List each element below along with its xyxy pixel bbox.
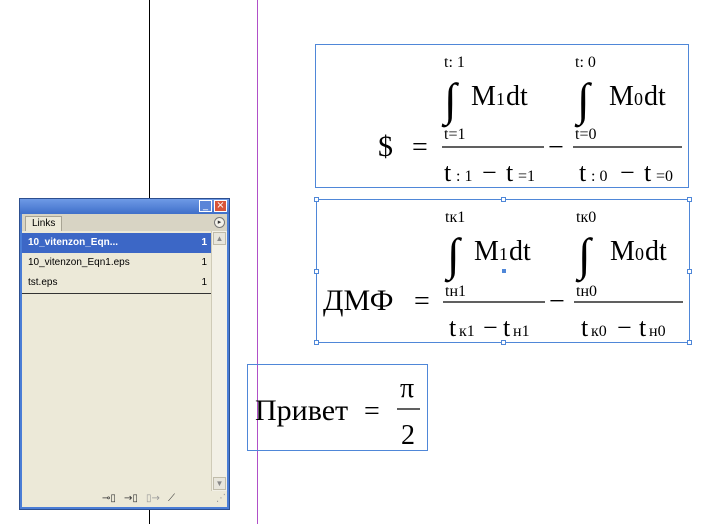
link-item-name: 10_vitenzon_Eqn... xyxy=(28,237,119,248)
update-link-icon[interactable]: ▯→ xyxy=(146,492,160,506)
links-panel: _ × Links ▸ 10_vitenzon_Eqn... 1 10_vite… xyxy=(19,198,230,510)
go-to-link-icon[interactable]: →▯ xyxy=(124,492,138,506)
link-item-name: tst.eps xyxy=(28,277,58,288)
equation-3-graphic: Привет = π 2 xyxy=(255,373,420,451)
selection-handle-middle-left[interactable] xyxy=(314,269,319,274)
eq2-den1-minus: − xyxy=(483,313,498,342)
selection-handle-bottom-right[interactable] xyxy=(687,340,692,345)
eq1-den1-a-sub: : 1 xyxy=(456,168,472,185)
links-list: 10_vitenzon_Eqn... 1 10_vitenzon_Eqn1.ep… xyxy=(22,233,211,491)
eq2-dt2: dt xyxy=(645,236,667,267)
selection-handle-top-right[interactable] xyxy=(687,197,692,202)
scroll-down-icon[interactable]: ▼ xyxy=(213,477,226,490)
eq2-den2-minus: − xyxy=(617,313,632,342)
eq1-equals: = xyxy=(412,132,428,163)
links-panel-tabrow: Links ▸ xyxy=(22,214,227,231)
resize-grip-icon[interactable]: ⋰ xyxy=(216,492,226,506)
eq2-M1-sub: 1 xyxy=(499,244,508,264)
eq1-den2-minus: − xyxy=(620,158,635,187)
link-item-page: 1 xyxy=(201,257,207,268)
equation-1-graphic: $ = t: 1 ∫ M 1 dt t=1 t : 1 − t =1 − t: … xyxy=(378,54,682,187)
link-item-name: 10_vitenzon_Eqn1.eps xyxy=(28,257,130,268)
eq1-lhs: $ xyxy=(378,130,393,163)
eq2-equals: = xyxy=(414,286,430,317)
eq2-den2-b-sub: н0 xyxy=(649,323,666,340)
eq1-M1: M xyxy=(471,81,496,112)
links-panel-titlebar[interactable]: _ × xyxy=(20,199,229,214)
eq1-minus: − xyxy=(548,132,564,163)
eq1-den2-a-sub: : 0 xyxy=(591,168,607,185)
links-list-area: 10_vitenzon_Eqn... 1 10_vitenzon_Eqn1.ep… xyxy=(22,231,227,491)
selection-center-point xyxy=(502,269,506,273)
edit-original-icon[interactable]: ⟋ xyxy=(168,492,175,506)
eq3-denominator: 2 xyxy=(401,420,415,451)
equation-frame-1[interactable]: $ = t: 1 ∫ M 1 dt t=1 t : 1 − t =1 − t: … xyxy=(315,44,689,188)
link-item-page: 1 xyxy=(201,277,207,288)
eq3-numerator: π xyxy=(400,373,414,404)
eq3-lhs: Привет xyxy=(255,394,348,427)
eq2-lower1: tн1 xyxy=(445,283,466,300)
eq2-dt1: dt xyxy=(509,236,531,267)
eq1-upper2: t: 0 xyxy=(575,54,596,71)
eq1-upper1: t: 1 xyxy=(444,54,465,71)
eq1-den1-a: t xyxy=(444,158,452,187)
selection-handle-top-left[interactable] xyxy=(314,197,319,202)
eq2-integral2: ∫ xyxy=(575,229,593,283)
eq2-den1-b-sub: н1 xyxy=(513,323,530,340)
vertical-scrollbar[interactable]: ▲ ▼ xyxy=(211,231,227,491)
eq2-integral1: ∫ xyxy=(444,229,462,283)
eq2-M0: M xyxy=(610,236,635,267)
eq1-den1-b-sub: =1 xyxy=(518,168,535,185)
eq2-den2-b: t xyxy=(639,313,647,342)
eq2-lower2: tн0 xyxy=(576,283,597,300)
eq1-dt2: dt xyxy=(644,81,666,112)
selection-handle-bottom-center[interactable] xyxy=(501,340,506,345)
equation-frame-3[interactable]: Привет = π 2 xyxy=(247,364,428,451)
eq2-den1-a: t xyxy=(449,313,457,342)
equation-frame-2[interactable]: ДМФ = tк1 ∫ M 1 dt tн1 t к1 − t н1 − tк0… xyxy=(314,197,692,345)
eq1-integral1: ∫ xyxy=(441,74,459,128)
link-item[interactable]: tst.eps 1 xyxy=(22,273,211,294)
link-item[interactable]: 10_vitenzon_Eqn... 1 xyxy=(22,233,211,253)
eq1-lower2: t=0 xyxy=(575,126,596,143)
eq1-dt1: dt xyxy=(506,81,528,112)
eq2-lhs: ДМФ xyxy=(323,284,393,317)
minimize-icon[interactable]: _ xyxy=(199,200,212,212)
eq2-den2-a: t xyxy=(581,313,589,342)
eq2-M0-sub: 0 xyxy=(635,244,644,264)
eq2-M1: M xyxy=(474,236,499,267)
eq1-integral2: ∫ xyxy=(574,74,592,128)
eq2-upper2: tк0 xyxy=(576,209,596,226)
link-item[interactable]: 10_vitenzon_Eqn1.eps 1 xyxy=(22,253,211,273)
eq2-upper1: tк1 xyxy=(445,209,465,226)
close-icon[interactable]: × xyxy=(214,200,227,212)
eq3-equals: = xyxy=(364,396,380,427)
selection-handle-bottom-left[interactable] xyxy=(314,340,319,345)
selection-handle-middle-right[interactable] xyxy=(687,269,692,274)
tab-links[interactable]: Links xyxy=(25,216,63,231)
eq1-M0-sub: 0 xyxy=(634,89,643,109)
panel-menu-icon[interactable]: ▸ xyxy=(214,217,225,228)
eq1-den1-b: t xyxy=(506,158,514,187)
eq1-M1-sub: 1 xyxy=(496,89,505,109)
links-panel-bottombar: ⊸▯ →▯ ▯→ ⟋ ⋰ xyxy=(22,491,227,507)
selection-handle-top-center[interactable] xyxy=(501,197,506,202)
scroll-up-icon[interactable]: ▲ xyxy=(213,232,226,245)
eq2-den1-b: t xyxy=(503,313,511,342)
eq1-den2-a: t xyxy=(579,158,587,187)
eq2-den1-a-sub: к1 xyxy=(459,323,475,340)
eq2-den2-a-sub: к0 xyxy=(591,323,607,340)
eq2-minus: − xyxy=(549,286,565,317)
eq1-lower1: t=1 xyxy=(444,126,465,143)
eq1-den2-b: t xyxy=(644,158,652,187)
eq1-M0: M xyxy=(609,81,634,112)
eq1-den1-minus: − xyxy=(482,158,497,187)
link-item-page: 1 xyxy=(201,237,207,248)
eq1-den2-b-sub: =0 xyxy=(656,168,673,185)
relink-icon[interactable]: ⊸▯ xyxy=(102,492,116,506)
